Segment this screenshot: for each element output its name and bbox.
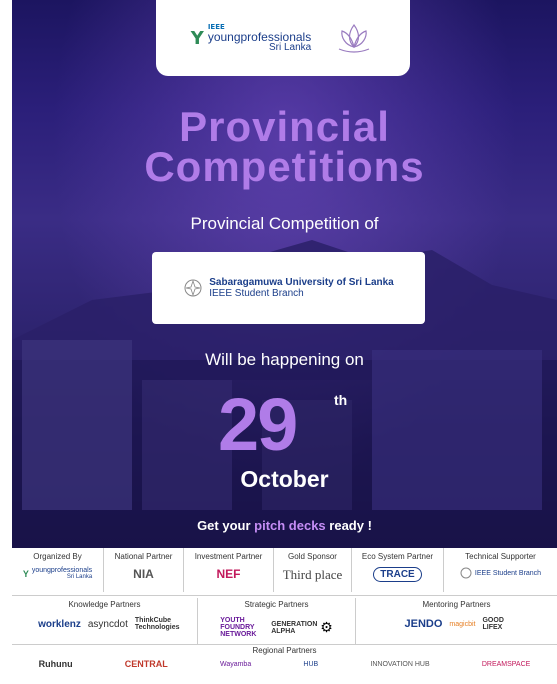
trace-logo: TRACE xyxy=(373,567,422,582)
youth-foundry-logo: YOUTH FOUNDRY NETWORK xyxy=(220,617,257,638)
ieee-region-text: Sri Lanka xyxy=(268,41,312,53)
regional-partners-label: Regional Partners xyxy=(252,646,317,655)
happening-text: Will be happening on xyxy=(205,350,364,369)
third-place-text: Third place xyxy=(282,567,343,582)
knowledge-partners-label: Knowledge Partners xyxy=(68,600,141,609)
organized-by-cell: Organized By Y youngprofessionals Sri La… xyxy=(12,548,104,592)
nef-text: NEF xyxy=(216,567,241,581)
regional-partners-group: Regional Partners Ruhunu CENTRAL Wayamba… xyxy=(12,646,557,684)
trace-text: TRACE xyxy=(380,569,415,580)
title-line-1: Provincial xyxy=(179,103,390,150)
nia-text: NIA xyxy=(133,567,154,581)
university-name: Sabaragamuwa University of Sri Lanka xyxy=(209,276,394,288)
ecosystem-partner-cell: Eco System Partner TRACE xyxy=(352,548,444,592)
national-partner-label: National Partner xyxy=(114,552,173,561)
dreamspace-logo: DREAMSPACE xyxy=(481,660,531,668)
mentoring-partners-label: Mentoring Partners xyxy=(422,600,491,609)
leaf-icon: Y xyxy=(190,27,204,49)
thinkcube-logo: ThinkCube Technologies xyxy=(134,617,180,631)
university-emblem-icon xyxy=(184,279,202,297)
university-branch: IEEE Student Branch xyxy=(209,288,304,299)
university-emblem-icon xyxy=(460,567,472,579)
ruhunu-logo: Ruhunu xyxy=(38,659,73,669)
event-month: October xyxy=(240,466,329,492)
ecosystem-partner-label: Eco System Partner xyxy=(361,552,434,561)
organized-by-label: Organized By xyxy=(33,552,82,561)
nia-logo: NIA xyxy=(133,567,154,581)
investment-partner-label: Investment Partner xyxy=(194,552,263,561)
jendo-logo: JENDO xyxy=(404,618,443,630)
ieee-yp-logo: Y IEEE youngprofessionals Sri Lanka xyxy=(190,23,312,53)
gold-sponsor-cell: Gold Sponsor Third place xyxy=(274,548,352,592)
third-place-logo: Third place xyxy=(283,567,343,583)
organizer-name: youngprofessionals xyxy=(31,567,93,574)
header-logo-card: Y IEEE youngprofessionals Sri Lanka xyxy=(156,0,410,76)
organizer-sub: Sri Lanka xyxy=(66,574,93,580)
event-day: 29 xyxy=(218,383,298,466)
university-card: Sabaragamuwa University of Sri Lanka IEE… xyxy=(152,252,425,324)
day-suffix: th xyxy=(334,392,348,408)
generation-alpha-logo: GENERATION ALPHA xyxy=(271,620,318,635)
technical-supporter-logo: IEEE Student Branch xyxy=(460,567,541,579)
ieee-main-text: youngprofessionals xyxy=(207,29,312,44)
subtitle: Provincial Competition of xyxy=(190,214,379,233)
asyncdot-logo: asyncdot xyxy=(87,618,128,630)
strategic-partners-group: Strategic Partners YOUTH FOUNDRY NETWORK… xyxy=(198,598,356,644)
technical-supporter-text: IEEE Student Branch xyxy=(474,569,542,577)
nef-logo: NEF xyxy=(217,567,241,581)
innovation-hub-logo: INNOVATION HUB xyxy=(370,660,430,668)
magicbit-logo: magicbit xyxy=(449,620,476,628)
leaf-icon: Y xyxy=(22,568,29,579)
central-logo: CENTRAL xyxy=(124,659,168,669)
hub-logo: HUB xyxy=(303,660,319,668)
pitch-pre: Get your xyxy=(197,518,255,533)
goodlifex-logo: GOOD LIFEX xyxy=(482,617,504,631)
pitch-text: Get your pitch decks ready ! xyxy=(12,518,557,533)
national-partner-cell: National Partner NIA xyxy=(104,548,184,592)
pitch-highlight: pitch decks xyxy=(254,518,326,533)
organizer-logo: Y youngprofessionals Sri Lanka xyxy=(23,567,92,580)
strategic-partners-label: Strategic Partners xyxy=(244,600,309,609)
gear-icon: ⚙ xyxy=(320,619,333,635)
partners-panel: Organized By Y youngprofessionals Sri La… xyxy=(12,548,557,684)
pitch-post: ready ! xyxy=(325,518,372,533)
title-line-2: Competitions xyxy=(144,143,425,190)
technical-supporter-label: Technical Supporter xyxy=(465,552,536,561)
gold-sponsor-label: Gold Sponsor xyxy=(288,552,337,561)
worklenz-logo: worklenz xyxy=(38,618,81,630)
investment-partner-cell: Investment Partner NEF xyxy=(184,548,274,592)
wayamba-logo: Wayamba xyxy=(219,660,252,668)
mentoring-partners-group: Mentoring Partners JENDO magicbit GOOD L… xyxy=(356,598,557,644)
knowledge-partners-group: Knowledge Partners worklenz asyncdot Thi… xyxy=(12,598,198,644)
lotus-icon xyxy=(338,23,370,53)
event-poster: Y IEEE youngprofessionals Sri Lanka Prov… xyxy=(12,0,557,548)
technical-supporter-cell: Technical Supporter IEEE Student Branch xyxy=(444,548,557,592)
